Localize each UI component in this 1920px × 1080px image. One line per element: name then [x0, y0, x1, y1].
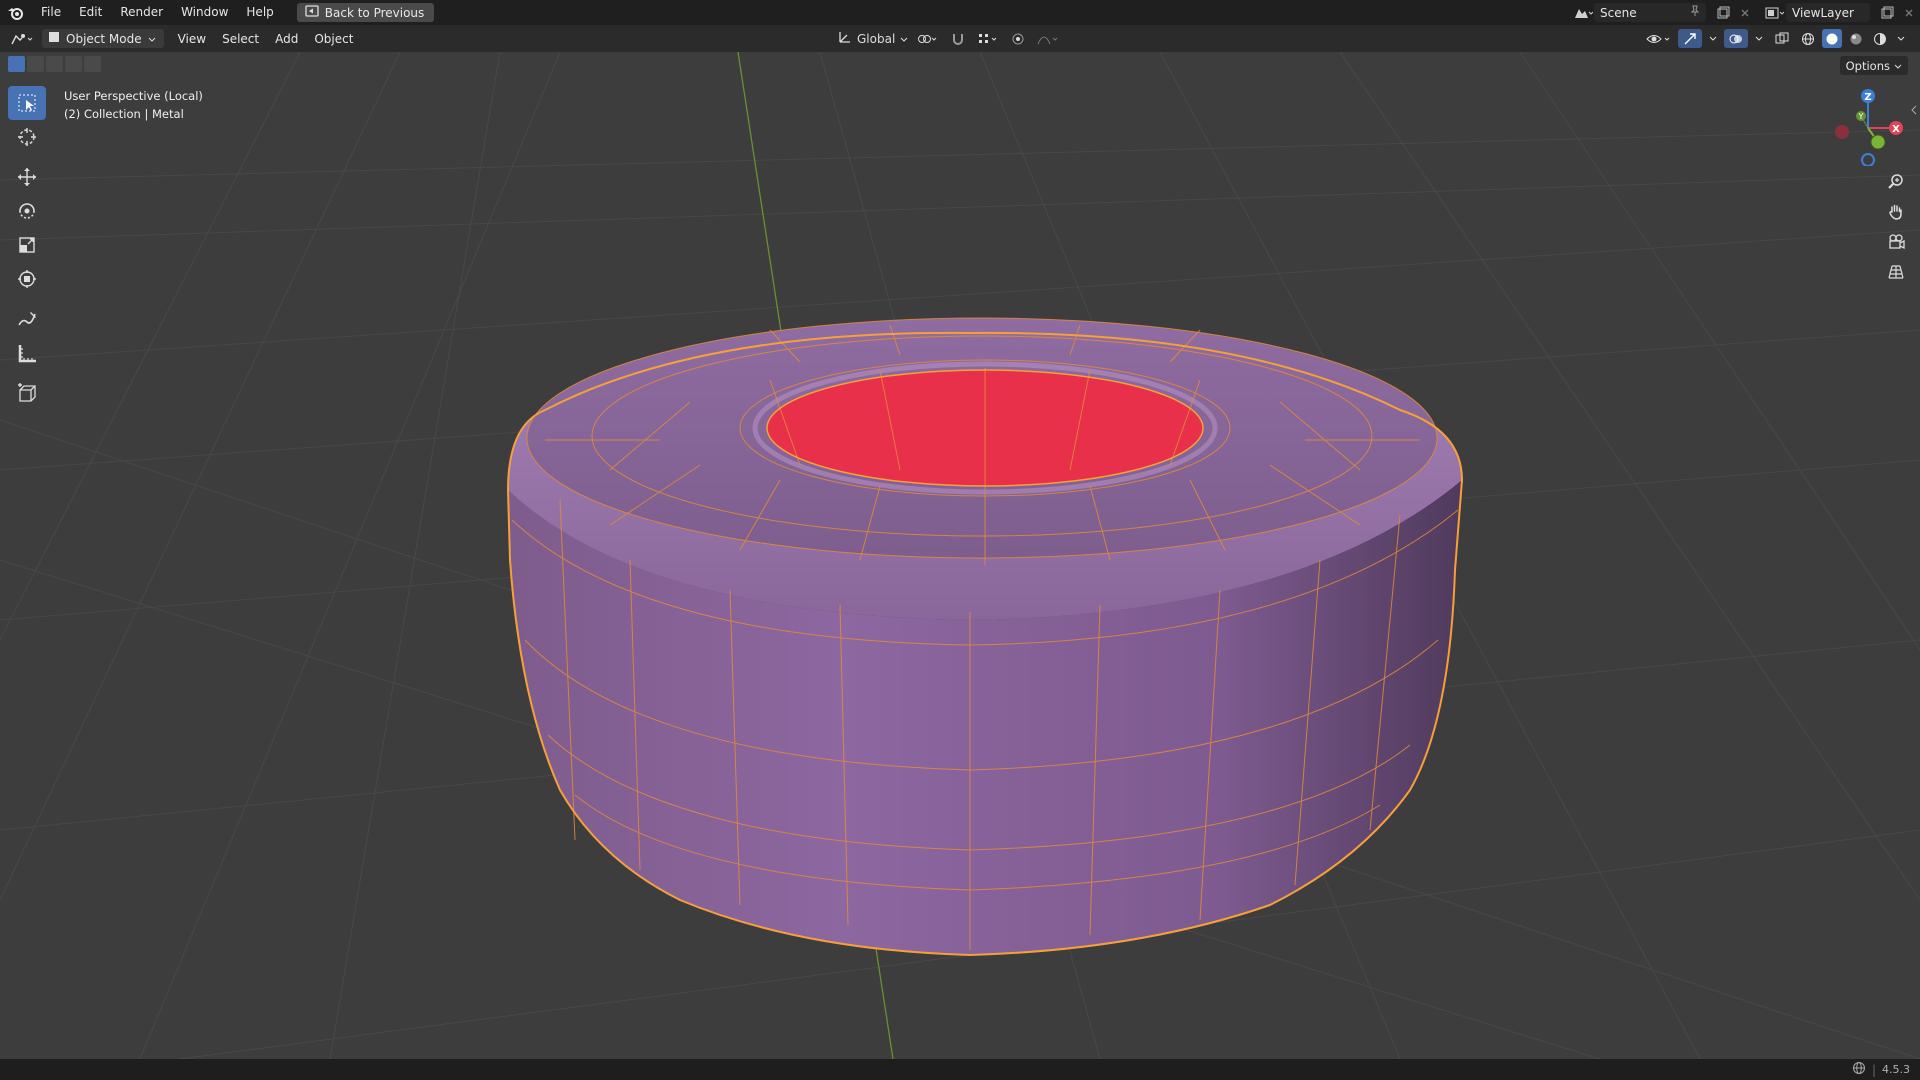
add-cube-tool-icon[interactable]	[8, 376, 46, 410]
viewport-display-tools	[1644, 25, 1908, 52]
navigation-gizmo[interactable]: Z X Y	[1826, 86, 1906, 167]
new-view-layer-icon[interactable]	[1876, 3, 1898, 22]
chevron-down-icon[interactable]	[1752, 29, 1766, 48]
perspective-ortho-icon[interactable]	[1882, 260, 1910, 284]
object-mode-select[interactable]: Object Mode	[42, 29, 164, 48]
tool-shelf	[8, 86, 46, 410]
gizmo-z-label: Z	[1864, 92, 1871, 103]
annotate-tool-icon[interactable]	[8, 302, 46, 336]
select-intersect-icon[interactable]	[84, 56, 101, 72]
move-tool-icon[interactable]	[8, 160, 46, 194]
selection-mode-buttons	[8, 56, 101, 72]
viewport-info: User Perspective (Local) (2) Collection …	[64, 87, 203, 123]
select-subtract-icon[interactable]	[46, 56, 63, 72]
transform-orientation-select[interactable]: Global	[838, 30, 908, 47]
camera-view-icon[interactable]	[1882, 230, 1910, 254]
pan-hand-icon[interactable]	[1882, 200, 1910, 224]
transform-tools: Global	[838, 25, 1062, 52]
snap-target-icon[interactable]	[974, 29, 1002, 48]
select-box-tool-icon[interactable]	[8, 86, 46, 120]
viewport-header: Object Mode View Select Add Object Globa…	[0, 25, 1920, 52]
visibility-eye-icon[interactable]	[1644, 29, 1674, 48]
select-extend-icon[interactable]	[27, 56, 44, 72]
overlays-toggle-icon[interactable]	[1724, 29, 1748, 48]
scale-tool-icon[interactable]	[8, 228, 46, 262]
rotate-tool-icon[interactable]	[8, 194, 46, 228]
snap-toggle-icon[interactable]	[948, 29, 968, 48]
pin-icon[interactable]	[1690, 5, 1700, 20]
chevron-down-icon	[900, 32, 908, 46]
select-invert-icon[interactable]	[65, 56, 82, 72]
menu-help[interactable]: Help	[237, 0, 282, 25]
chevron-down-icon	[148, 32, 156, 46]
zoom-icon[interactable]	[1882, 170, 1910, 194]
back-to-previous-label: Back to Previous	[324, 5, 425, 20]
menu-select[interactable]: Select	[214, 32, 267, 46]
scene-name: Scene	[1600, 5, 1637, 20]
scene-browse-icon[interactable]	[1572, 3, 1594, 22]
options-label: Options	[1845, 58, 1890, 73]
rendered-shading-icon[interactable]	[1870, 29, 1890, 48]
status-bar: | 4.5.3	[0, 1059, 1920, 1080]
scene-name-field[interactable]: Scene	[1594, 3, 1706, 22]
proportional-editing-icon[interactable]	[1008, 29, 1028, 48]
chevron-down-icon[interactable]	[1894, 29, 1908, 48]
transform-orientation-label: Global	[857, 31, 896, 46]
menu-render[interactable]: Render	[111, 0, 172, 25]
collection-label: (2) Collection | Metal	[64, 107, 184, 121]
pivot-point-icon[interactable]	[914, 29, 942, 48]
viewport-scene	[0, 52, 1920, 1059]
gizmo-x-label: X	[1892, 124, 1900, 135]
perspective-label: User Perspective (Local)	[64, 89, 203, 103]
menu-edit[interactable]: Edit	[70, 0, 111, 25]
back-to-previous-button[interactable]: Back to Previous	[296, 3, 435, 22]
top-right-controls: Scene ViewLayer	[1572, 0, 1920, 25]
view-layer-browse-icon[interactable]	[1764, 3, 1786, 22]
menu-file[interactable]: File	[32, 0, 70, 25]
network-globe-icon	[1852, 1061, 1866, 1078]
view-layer-name: ViewLayer	[1792, 5, 1854, 20]
blender-logo-icon[interactable]	[0, 0, 32, 25]
sidebar-toggle-icon[interactable]	[1910, 104, 1918, 118]
delete-view-layer-icon[interactable]	[1898, 3, 1920, 22]
transform-tool-icon[interactable]	[8, 262, 46, 296]
delete-scene-icon[interactable]	[1734, 3, 1756, 22]
menu-object[interactable]: Object	[306, 32, 361, 46]
orientation-axes-icon	[838, 30, 852, 47]
options-button[interactable]: Options	[1839, 56, 1908, 75]
select-new-icon[interactable]	[8, 56, 25, 72]
view-layer-field[interactable]: ViewLayer	[1786, 3, 1870, 22]
chevron-down-icon	[1894, 59, 1902, 73]
wireframe-shading-icon[interactable]	[1798, 29, 1818, 48]
cursor-tool-icon[interactable]	[8, 120, 46, 154]
object-mode-label: Object Mode	[66, 31, 142, 46]
menu-window[interactable]: Window	[172, 0, 237, 25]
status-divider: |	[1871, 1062, 1876, 1077]
menu-add[interactable]: Add	[267, 32, 306, 46]
screen-back-icon	[305, 5, 319, 20]
solid-shading-icon[interactable]	[1822, 29, 1842, 48]
chevron-down-icon[interactable]	[1706, 29, 1720, 48]
xray-toggle-icon[interactable]	[1770, 29, 1794, 48]
version-label: 4.5.3	[1882, 1063, 1910, 1076]
menu-view[interactable]: View	[170, 32, 214, 46]
navigation-buttons	[1882, 170, 1910, 284]
editor-type-icon[interactable]	[8, 29, 38, 48]
new-scene-icon[interactable]	[1712, 3, 1734, 22]
falloff-icon[interactable]	[1034, 29, 1062, 48]
gizmo-toggle-icon[interactable]	[1678, 29, 1702, 48]
3d-viewport[interactable]: User Perspective (Local) (2) Collection …	[0, 52, 1920, 1059]
measure-tool-icon[interactable]	[8, 336, 46, 370]
gizmo-y-label: Y	[1858, 112, 1864, 121]
material-shading-icon[interactable]	[1846, 29, 1866, 48]
object-mode-icon	[48, 31, 60, 46]
top-bar: File Edit Render Window Help Back to Pre…	[0, 0, 1920, 25]
